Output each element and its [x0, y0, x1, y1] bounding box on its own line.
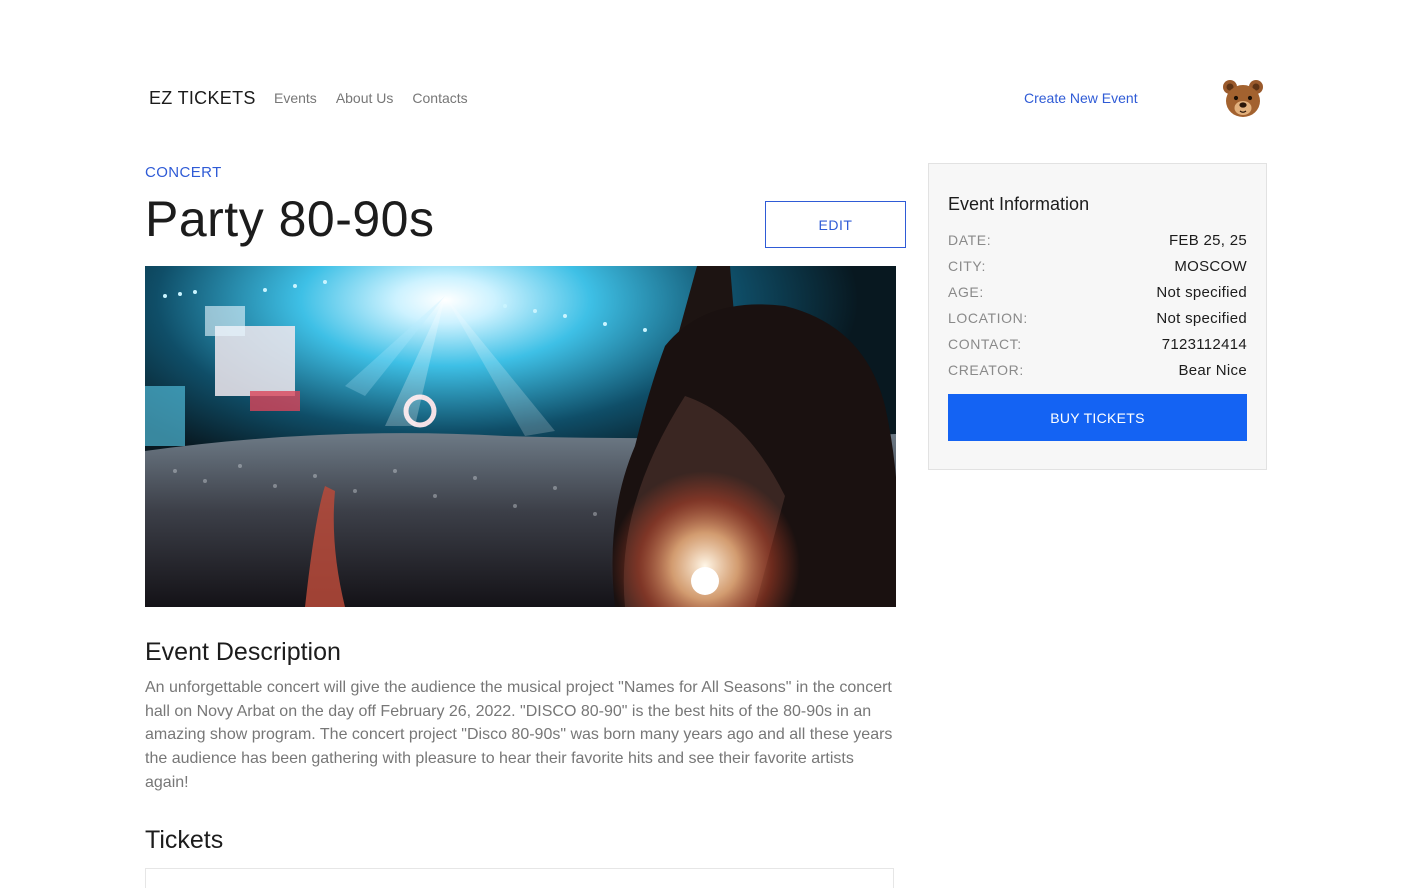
event-information-card: Event Information DATE: FEB 25, 25 CITY:… [928, 163, 1267, 470]
info-row-location: LOCATION: Not specified [948, 308, 1247, 328]
top-navbar: EZ TICKETS Events About Us Contacts Crea… [0, 0, 1405, 150]
event-description-text: An unforgettable concert will give the a… [145, 679, 893, 791]
info-value: FEB 25, 25 [1168, 231, 1247, 249]
event-title: Party 80-90s [145, 191, 435, 247]
concert-crowd-photo [145, 266, 896, 607]
event-category[interactable]: CONCERT [145, 164, 222, 181]
info-label: CITY: [948, 258, 987, 274]
nav-link-contacts[interactable]: Contacts [412, 90, 467, 106]
info-row-creator: CREATOR: Bear Nice [948, 360, 1247, 380]
info-row-date: DATE: FEB 25, 25 [948, 230, 1247, 250]
info-label: AGE: [948, 284, 984, 300]
create-new-event-link[interactable]: Create New Event [1024, 90, 1138, 106]
info-row-age: AGE: Not specified [948, 282, 1247, 302]
nav-link-about-us[interactable]: About Us [336, 90, 394, 106]
info-label: LOCATION: [948, 310, 1028, 326]
info-label: DATE: [948, 232, 992, 248]
info-label: CONTACT: [948, 336, 1022, 352]
main-nav: Events About Us Contacts [274, 90, 468, 106]
nav-link-events[interactable]: Events [274, 90, 317, 106]
info-value: Not specified [1156, 309, 1247, 327]
event-information-title: Event Information [948, 194, 1090, 214]
tickets-heading: Tickets [145, 826, 224, 854]
edit-button[interactable]: EDIT [765, 201, 906, 248]
event-description-heading: Event Description [145, 638, 341, 666]
info-row-city: CITY: MOSCOW [948, 256, 1247, 276]
info-value: 7123112414 [1161, 335, 1247, 353]
info-value: MOSCOW [1174, 257, 1247, 275]
buy-tickets-button[interactable]: BUY TICKETS [948, 394, 1247, 441]
info-label: CREATOR: [948, 362, 1024, 378]
site-logo[interactable]: EZ TICKETS [149, 88, 256, 109]
bear-face-icon[interactable] [1222, 78, 1264, 120]
info-value: Bear Nice [1178, 361, 1247, 379]
tickets-list [145, 868, 894, 888]
info-value: Not specified [1156, 283, 1247, 301]
info-row-contact: CONTACT: 7123112414 [948, 334, 1247, 354]
